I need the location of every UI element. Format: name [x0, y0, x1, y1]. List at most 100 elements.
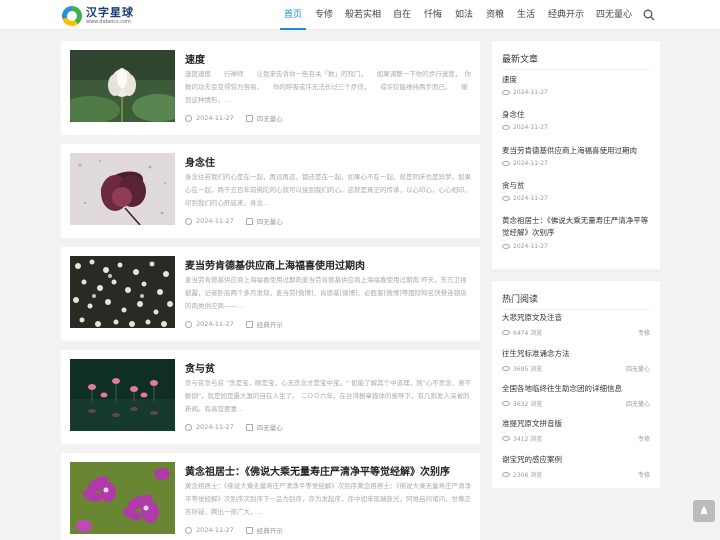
popular-item-category[interactable]: 四无量心	[626, 364, 650, 373]
latest-item-meta: 2024-11-27	[502, 243, 548, 250]
popular-item-meta: 2306 浏览	[502, 470, 542, 479]
latest-item-title[interactable]: 速度	[502, 74, 652, 86]
nav-item-siwuliang[interactable]: 四无量心	[591, 0, 637, 30]
post-excerpt: 麦当劳肯德基供应商上海福喜使用过期肉麦当劳肯德基供应商上海福喜使用过期肉 昨天，…	[185, 276, 467, 310]
widget-title: 最新文章	[502, 55, 539, 65]
post-title[interactable]: 身念住	[185, 154, 215, 169]
nav-item-chanhui[interactable]: 忏悔	[418, 0, 448, 30]
logo-title: 汉字星球	[86, 6, 134, 19]
latest-item-date: 2024-11-27	[513, 160, 548, 167]
clock-icon	[185, 526, 192, 534]
popular-item-views: 3695 浏览	[513, 366, 543, 373]
widget-divider	[502, 309, 650, 310]
eye-icon	[502, 161, 510, 166]
popular-item-meta: 3695 浏览	[502, 364, 542, 373]
rocket-icon	[700, 506, 708, 515]
back-to-top-button[interactable]	[693, 500, 715, 522]
latest-item-meta: 2024-11-27	[502, 124, 548, 131]
popular-item-title[interactable]: 谢宝咒的感应案例	[502, 454, 652, 466]
nav-item-boruo[interactable]: 般若实相	[340, 0, 386, 30]
latest-item-meta: 2024-11-27	[502, 89, 548, 96]
latest-item-meta: 2024-11-27	[502, 195, 548, 202]
eye-icon	[502, 401, 510, 406]
clock-icon	[185, 114, 192, 122]
post-excerpt: 身念住若我们的心是在一起，再远再远，都还是在一起，如果心不在一起，就是同床也是异…	[185, 173, 471, 207]
post-title[interactable]: 贪与贫	[185, 360, 215, 375]
post-title[interactable]: 速度	[185, 51, 205, 66]
post-card: 麦当劳肯德基供应商上海福喜使用过期肉 麦当劳肯德基供应商上海福喜使用过期肉麦当劳…	[61, 247, 480, 341]
post-meta: 2024-11-27 四无量心	[185, 113, 283, 123]
post-excerpt: 贪与贫贪与贫 "贪是宝，眼是宝，心无贪念才是宝中宝。" 如能了解其个中道理，则"…	[185, 379, 472, 413]
popular-item-category[interactable]: 专修	[638, 470, 650, 479]
popular-item-title[interactable]: 准提咒原文拼音版	[502, 418, 652, 430]
post-card: 贪与贫 贪与贫贪与贫 "贪是宝，眼是宝，心无贪念才是宝中宝。" 如能了解其个中道…	[61, 350, 480, 444]
popular-item-category[interactable]: 四无量心	[626, 399, 650, 408]
nav-item-zizai[interactable]: 自在	[387, 0, 417, 30]
latest-item-title[interactable]: 身念住	[502, 109, 652, 121]
nav-item-ziliang[interactable]: 资粮	[480, 0, 510, 30]
latest-item-date: 2024-11-27	[513, 89, 548, 96]
popular-item-meta: 3632 浏览	[502, 399, 542, 408]
post-thumbnail-flower[interactable]	[70, 153, 175, 225]
popular-item-title[interactable]: 往生咒标准诵念方法	[502, 348, 652, 360]
eye-icon	[502, 366, 510, 371]
nav-item-shenghuo[interactable]: 生活	[511, 0, 541, 30]
latest-item-date: 2024-11-27	[513, 124, 548, 131]
post-thumbnail-lotus[interactable]	[70, 50, 175, 122]
eye-icon	[502, 244, 510, 249]
nav-item-zhuanxiu[interactable]: 专修	[309, 0, 339, 30]
post-card: 黄念祖居士：《佛说大乘无量寿庄严清净平等觉经解》次别序 黄念祖居士：《佛说大乘无…	[61, 453, 480, 540]
clock-icon	[185, 217, 192, 225]
popular-item-views: 2306 浏览	[513, 472, 543, 479]
latest-posts-widget: 最新文章 速度 2024-11-27 身念住 2024-11-27 麦当劳肯德基…	[492, 41, 660, 269]
latest-item-date: 2024-11-27	[513, 195, 548, 202]
popular-posts-widget: 热门阅读 大悲咒原文及注音 6474 浏览 专修 往生咒标准诵念方法 3695 …	[492, 281, 660, 488]
post-category[interactable]: 经典开示	[257, 319, 283, 329]
latest-item-date: 2024-11-27	[513, 243, 548, 250]
post-thumbnail-orchid[interactable]	[70, 462, 175, 534]
clock-icon	[185, 423, 192, 431]
nav-item-jingdian[interactable]: 经典开示	[542, 0, 590, 30]
category-icon	[245, 526, 253, 534]
latest-item-title[interactable]: 黄念祖居士：《佛说大乘无量寿庄严清净平等觉经解》次别序	[502, 215, 652, 239]
logo-url: www.dabeics.com	[86, 19, 131, 25]
post-category[interactable]: 经典开示	[257, 525, 283, 535]
post-category[interactable]: 四无量心	[257, 113, 283, 123]
popular-item-views: 6474 浏览	[513, 330, 543, 337]
eye-icon	[502, 330, 510, 335]
popular-item-category[interactable]: 专修	[638, 328, 650, 337]
eye-icon	[502, 472, 510, 477]
popular-item-views: 3412 浏览	[513, 436, 543, 443]
logo-icon	[62, 6, 82, 26]
post-category[interactable]: 四无量心	[257, 216, 283, 226]
nav-item-rufa[interactable]: 如法	[449, 0, 479, 30]
post-category[interactable]: 四无量心	[257, 422, 283, 432]
eye-icon	[502, 90, 510, 95]
post-card: 速度 速度速度 行禅师 让我来告诉你一些有关「数」的窍门。 如果调整一下你的步行…	[61, 41, 480, 135]
post-date: 2024-11-27	[196, 320, 234, 328]
popular-item-meta: 3412 浏览	[502, 434, 542, 443]
post-title[interactable]: 黄念祖居士：《佛说大乘无量寿庄严清净平等觉经解》次别序	[185, 463, 450, 478]
latest-item-title[interactable]: 贪与贫	[502, 180, 652, 192]
post-title[interactable]: 麦当劳肯德基供应商上海福喜使用过期肉	[185, 257, 365, 272]
post-thumbnail-pond[interactable]	[70, 359, 175, 431]
category-icon	[245, 423, 253, 431]
popular-item-title[interactable]: 大悲咒原文及注音	[502, 312, 652, 324]
post-card: 身念住 身念住若我们的心是在一起，再远再远，都还是在一起，如果心不在一起，就是同…	[61, 144, 480, 238]
category-icon	[245, 217, 253, 225]
post-thumbnail-petals[interactable]	[70, 256, 175, 328]
latest-item-meta: 2024-11-27	[502, 160, 548, 167]
popular-item-title[interactable]: 全国各地临终往生助念团的详细信息	[502, 383, 652, 395]
post-meta: 2024-11-27 四无量心	[185, 216, 283, 226]
popular-item-category[interactable]: 专修	[638, 434, 650, 443]
search-icon[interactable]	[643, 9, 655, 21]
site-logo[interactable]: 汉字星球 www.dabeics.com	[62, 5, 134, 27]
site-header: 汉字星球 www.dabeics.com 首页 专修 般若实相 自在 忏悔 如法…	[0, 0, 720, 30]
eye-icon	[502, 125, 510, 130]
latest-item-title[interactable]: 麦当劳肯德基供应商上海福喜使用过期肉	[502, 145, 652, 157]
post-date: 2024-11-27	[196, 114, 234, 122]
eye-icon	[502, 196, 510, 201]
post-meta: 2024-11-27 经典开示	[185, 525, 283, 535]
nav-item-home[interactable]: 首页	[278, 0, 308, 30]
post-date: 2024-11-27	[196, 423, 234, 431]
